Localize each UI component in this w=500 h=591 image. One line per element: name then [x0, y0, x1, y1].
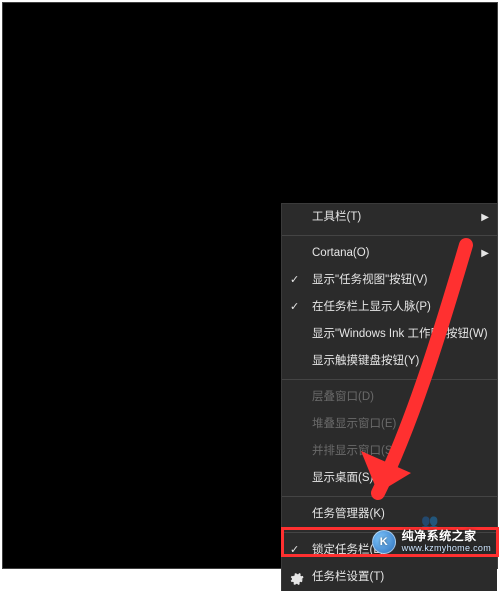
menu-taskbar-settings[interactable]: 任务栏设置(T) — [282, 564, 497, 591]
taskbar-tray-icons: 👥 — [421, 513, 438, 530]
checkmark-icon: ✓ — [290, 537, 304, 564]
menu-side-by-side-windows[interactable]: 并排显示窗口(S) — [282, 438, 497, 465]
chevron-right-icon: ▶ — [481, 240, 489, 267]
watermark-title: 纯净系统之家 — [402, 530, 491, 543]
screenshot-frame: 工具栏(T) ▶ Cortana(O) ▶ ✓ 显示"任务视图"按钮(V) ✓ … — [2, 2, 498, 569]
checkmark-icon: ✓ — [290, 294, 304, 321]
menu-separator — [282, 235, 497, 236]
menu-sidebyside-label: 并排显示窗口(S) — [312, 445, 396, 457]
menu-show-ink-label: 显示"Windows Ink 工作区"按钮(W) — [312, 328, 488, 340]
menu-show-people-on-taskbar[interactable]: ✓ 在任务栏上显示人脉(P) — [282, 294, 497, 321]
menu-show-touch-keyboard-button[interactable]: 显示触摸键盘按钮(Y) — [282, 348, 497, 375]
menu-toolbars-label: 工具栏(T) — [312, 211, 361, 223]
menu-cascade-label: 层叠窗口(D) — [312, 391, 374, 403]
menu-toolbars[interactable]: 工具栏(T) ▶ — [282, 204, 497, 231]
checkmark-icon: ✓ — [290, 267, 304, 294]
menu-show-task-view-button[interactable]: ✓ 显示"任务视图"按钮(V) — [282, 267, 497, 294]
menu-show-people-label: 在任务栏上显示人脉(P) — [312, 301, 431, 313]
watermark-logo-letter: K — [380, 536, 388, 548]
menu-show-touchkb-label: 显示触摸键盘按钮(Y) — [312, 355, 419, 367]
menu-cascade-windows[interactable]: 层叠窗口(D) — [282, 384, 497, 411]
menu-show-ink-workspace-button[interactable]: 显示"Windows Ink 工作区"按钮(W) — [282, 321, 497, 348]
menu-cortana[interactable]: Cortana(O) ▶ — [282, 240, 497, 267]
menu-show-desktop-label: 显示桌面(S) — [312, 472, 373, 484]
menu-task-manager[interactable]: 任务管理器(K) — [282, 501, 497, 528]
menu-task-manager-label: 任务管理器(K) — [312, 508, 385, 520]
chevron-right-icon: ▶ — [481, 204, 489, 231]
menu-stacked-label: 堆叠显示窗口(E) — [312, 418, 396, 430]
watermark-logo-icon: K — [372, 530, 396, 554]
menu-show-desktop[interactable]: 显示桌面(S) — [282, 465, 497, 492]
watermark-url: www.kzmyhome.com — [402, 544, 491, 554]
menu-taskbar-settings-label: 任务栏设置(T) — [312, 571, 384, 583]
menu-show-task-view-label: 显示"任务视图"按钮(V) — [312, 274, 428, 286]
people-icon: 👥 — [421, 513, 438, 530]
menu-stacked-windows[interactable]: 堆叠显示窗口(E) — [282, 411, 497, 438]
watermark: K 纯净系统之家 www.kzmyhome.com — [372, 530, 491, 554]
menu-cortana-label: Cortana(O) — [312, 247, 370, 259]
gear-icon — [290, 570, 304, 584]
menu-separator — [282, 496, 497, 497]
menu-separator — [282, 379, 497, 380]
